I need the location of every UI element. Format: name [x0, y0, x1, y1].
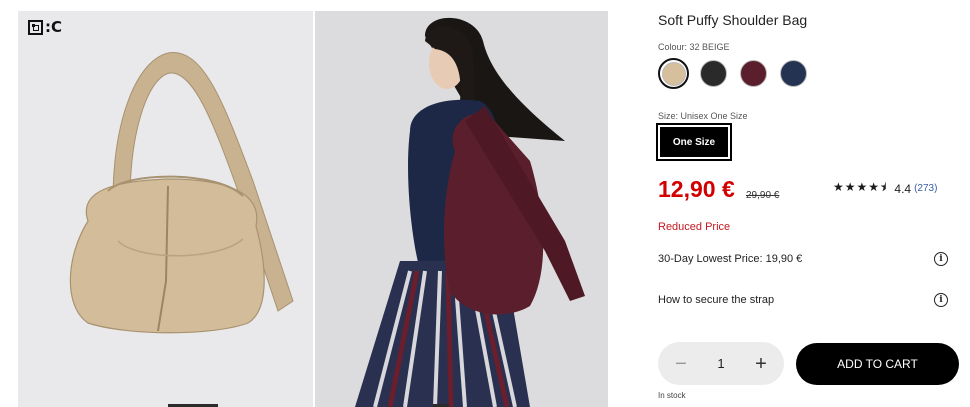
strap-help-row[interactable]: How to secure the strap i: [658, 293, 948, 307]
reduced-price-label: Reduced Price: [658, 221, 731, 233]
product-image-model[interactable]: [315, 11, 608, 407]
quantity-value[interactable]: 1: [717, 356, 724, 371]
rating-value: 4.4: [894, 181, 912, 196]
colour-swatch-navy[interactable]: [778, 58, 809, 89]
colour-label: Colour: 32 BEIGE: [658, 42, 730, 52]
colour-swatches: [658, 58, 809, 89]
current-price: 12,90 €: [658, 176, 735, 202]
brand-logo-text: :C: [45, 18, 63, 36]
product-image-bag[interactable]: :C: [18, 11, 313, 407]
product-gallery: :C: [18, 11, 608, 407]
rating-stars-icon: ★★★★⯨: [833, 180, 888, 194]
quantity-stepper: − 1 +: [658, 342, 784, 385]
rating[interactable]: ★★★★⯨ 4.4 (273): [833, 178, 937, 199]
colour-swatch-wine[interactable]: [738, 58, 769, 89]
strap-help-text[interactable]: How to secure the strap: [658, 294, 774, 306]
info-icon[interactable]: i: [934, 252, 948, 266]
review-count-link[interactable]: (273): [914, 183, 937, 194]
colour-swatch-black[interactable]: [698, 58, 729, 89]
brand-logo: :C: [28, 20, 62, 35]
info-icon[interactable]: i: [934, 293, 948, 307]
colour-swatch-beige[interactable]: [658, 58, 689, 89]
add-to-cart-button[interactable]: ADD TO CART: [796, 343, 959, 385]
lowest-price-row: 30-Day Lowest Price: 19,90 € i: [658, 252, 948, 266]
original-price: 29,90 €: [746, 190, 780, 201]
size-label: Size: Unisex One Size: [658, 111, 748, 121]
product-title: Soft Puffy Shoulder Bag: [658, 12, 808, 28]
size-option-button[interactable]: One Size: [656, 123, 732, 161]
stock-status: In stock: [658, 391, 686, 400]
increase-quantity-button[interactable]: +: [752, 354, 770, 374]
product-details: Soft Puffy Shoulder Bag Colour: 32 BEIGE…: [656, 0, 963, 407]
decrease-quantity-button[interactable]: −: [672, 354, 690, 374]
brand-logo-mark-icon: [28, 20, 43, 35]
lowest-price-text: 30-Day Lowest Price: 19,90 €: [658, 253, 803, 265]
